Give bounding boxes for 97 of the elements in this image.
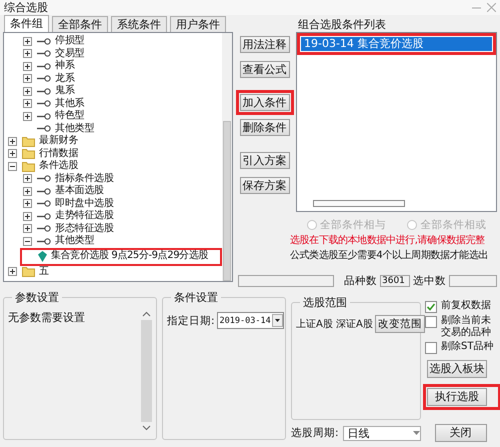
checkbox[interactable] <box>425 342 437 354</box>
key-icon <box>37 38 51 45</box>
folder-icon <box>22 266 35 278</box>
market-text: 上证A股 深证A股 <box>296 318 373 331</box>
tree-item[interactable]: 其他系 <box>55 98 84 110</box>
key-icon <box>37 188 51 195</box>
key-icon <box>37 75 51 82</box>
selected-count-field <box>449 275 497 287</box>
checkbox[interactable] <box>425 316 437 328</box>
count-field: 3601 <box>380 275 410 287</box>
notice-text: 公式类选股至少需要4个以上周期数据才能选出 <box>290 248 489 263</box>
tree-item[interactable]: 条件选股 <box>39 160 78 172</box>
scrollbar[interactable] <box>222 33 232 281</box>
expand-icon[interactable] <box>23 212 32 221</box>
expand-icon[interactable] <box>23 174 32 184</box>
folder-icon <box>22 160 35 172</box>
tab[interactable]: 全部条件 <box>52 16 108 32</box>
expand-icon[interactable] <box>8 267 17 276</box>
date-label: 指定日期: <box>167 314 215 328</box>
key-icon <box>37 125 51 132</box>
tool-button[interactable]: 保存方案 <box>240 177 290 194</box>
expand-icon[interactable] <box>23 86 32 96</box>
expand-icon[interactable] <box>23 74 32 84</box>
key-icon <box>37 175 51 182</box>
folder-icon <box>22 136 35 147</box>
expand-icon[interactable] <box>23 224 32 234</box>
close-button[interactable]: 关闭 <box>434 424 487 442</box>
expand-icon[interactable] <box>23 62 32 71</box>
key-icon <box>37 100 51 108</box>
collapse-icon[interactable] <box>23 236 32 246</box>
tree-item[interactable]: 龙系 <box>55 72 75 85</box>
tree-item[interactable]: 交易型 <box>55 48 84 60</box>
key-icon <box>37 238 51 245</box>
checkbox-option[interactable]: 剔除当前未交易的品种 <box>425 315 497 339</box>
tree-item[interactable]: 五 <box>39 266 49 278</box>
tree-item[interactable]: 其他类型 <box>55 122 94 135</box>
expand-icon[interactable] <box>8 136 17 146</box>
collapse-icon[interactable] <box>8 162 17 171</box>
tree-item[interactable]: 特色型 <box>55 110 84 122</box>
checkbox[interactable] <box>425 301 437 313</box>
period-label: 选股周期: <box>291 426 339 440</box>
action-button[interactable]: 选股入板块 <box>427 360 487 378</box>
scroll-up-icon[interactable] <box>142 311 150 317</box>
expand-icon[interactable] <box>8 149 17 158</box>
key-icon <box>37 62 51 70</box>
tree-item[interactable]: 形态特征选股 <box>55 222 114 235</box>
expand-icon[interactable] <box>23 49 32 58</box>
expand-icon[interactable] <box>23 186 32 196</box>
tab[interactable]: 用户条件 <box>170 16 226 32</box>
count-label: 品种数 <box>344 274 377 288</box>
list-title: 组合选股条件列表 <box>297 17 387 32</box>
tab[interactable]: 条件组 <box>4 15 49 32</box>
checkbox-option[interactable]: 前复权数据 <box>425 300 497 313</box>
notice-text: 选股在下载的本地数据中进行,请确保数据完整 <box>290 234 486 248</box>
tree-item[interactable]: 走势特征选股 <box>55 210 114 222</box>
tool-button[interactable]: 用法注释 <box>240 36 290 53</box>
tool-button[interactable]: 删除条件 <box>240 119 290 136</box>
group-title: 选股范围 <box>302 295 348 310</box>
period-dropdown[interactable]: 日线 <box>342 426 421 440</box>
tree-item[interactable]: 停损型 <box>55 35 84 48</box>
tab[interactable]: 系统条件 <box>111 16 167 32</box>
gem-icon <box>38 251 47 262</box>
tree-item[interactable]: 其他类型 <box>55 235 94 248</box>
tree-item[interactable]: 鬼系 <box>55 85 75 98</box>
tool-button[interactable]: 加入条件 <box>240 94 290 111</box>
folder-icon <box>22 148 35 160</box>
expand-icon[interactable] <box>23 199 32 208</box>
date-dropdown[interactable]: 2019-03-14 <box>216 312 284 329</box>
tree-item[interactable]: 指标条件选股 <box>55 172 114 185</box>
scrollbar[interactable] <box>313 200 405 207</box>
key-icon <box>37 200 51 208</box>
tool-button[interactable]: 查看公式 <box>240 61 290 78</box>
checkbox-option[interactable]: 剔除ST品种 <box>425 341 497 354</box>
list-item[interactable]: 19-03-14 集合竞价选股 <box>301 37 492 51</box>
action-button[interactable]: 执行选股 <box>427 388 487 406</box>
tree-item[interactable]: 行情数据 <box>39 148 78 160</box>
change-range-button[interactable]: 改变范围 <box>374 315 425 333</box>
tree-item[interactable]: 基本面选股 <box>55 185 104 198</box>
scroll-down-icon[interactable] <box>142 425 150 431</box>
key-icon <box>37 225 51 232</box>
window-title: 综合选股 <box>4 0 48 15</box>
expand-icon[interactable] <box>23 112 32 121</box>
key-icon <box>37 88 51 95</box>
key-icon <box>37 50 51 58</box>
key-icon <box>37 112 51 120</box>
param-message: 无参数需要设置 <box>8 310 86 326</box>
tree-item[interactable]: 集合竞价选股 9点25分-9点29分选股 <box>51 250 211 263</box>
selected-count-label: 选中数 <box>413 274 446 288</box>
key-icon <box>37 212 51 220</box>
group-title: 参数设置 <box>14 290 60 305</box>
group-title: 条件设置 <box>173 290 219 305</box>
tree-item[interactable]: 最新财务 <box>39 135 78 148</box>
tool-button[interactable]: 引入方案 <box>240 152 290 169</box>
tree-item[interactable]: 神系 <box>55 60 75 72</box>
expand-icon[interactable] <box>23 99 32 108</box>
tree-item[interactable]: 即时盘中选股 <box>55 198 114 210</box>
expand-icon[interactable] <box>23 36 32 46</box>
